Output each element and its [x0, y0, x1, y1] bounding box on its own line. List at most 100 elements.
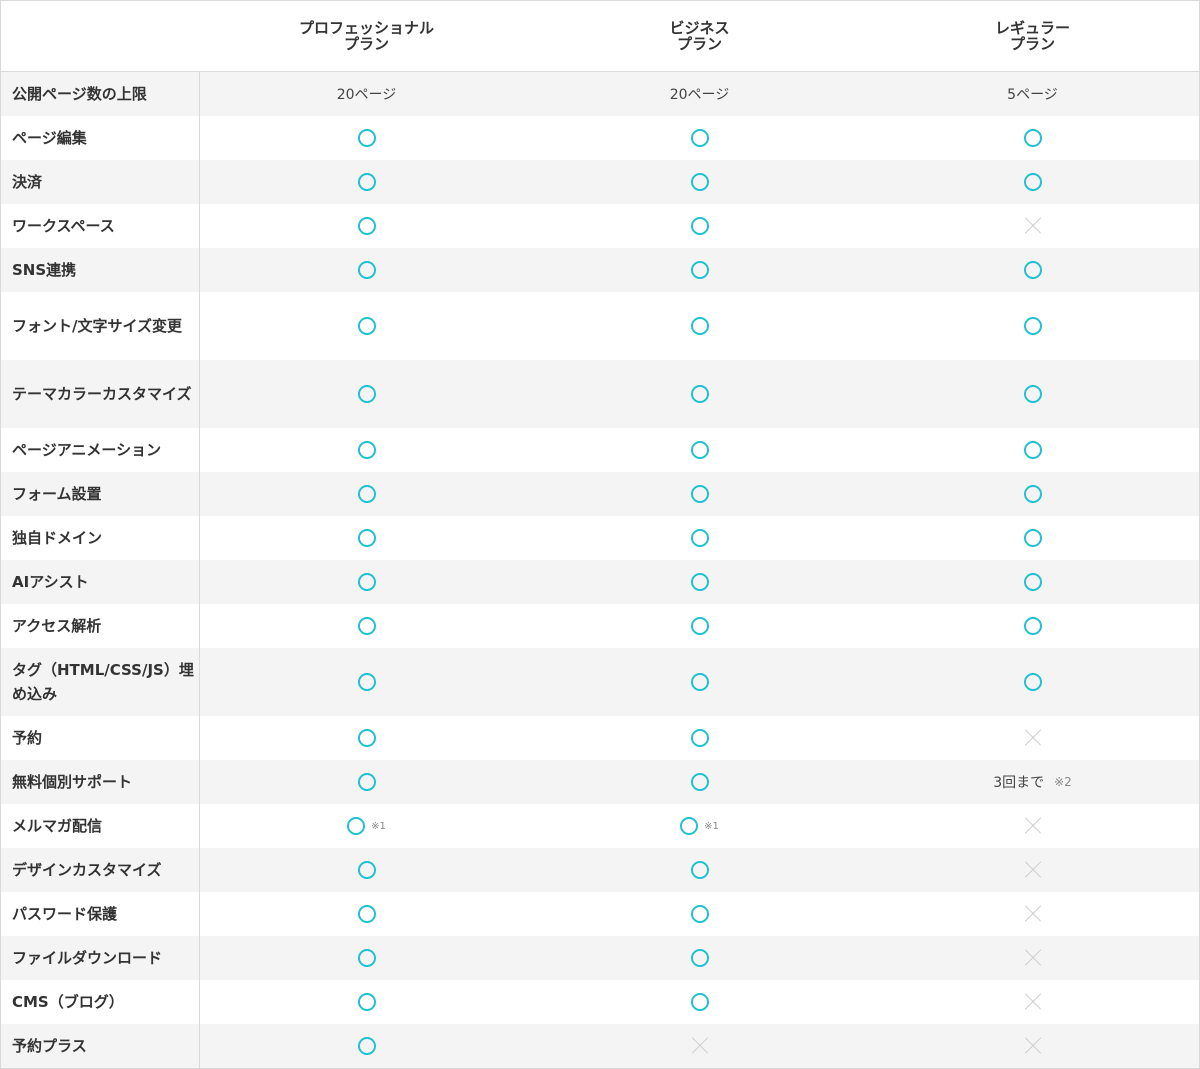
available-circle-icon: [690, 905, 709, 923]
table-row: ページ編集: [1, 116, 1199, 160]
feature-label: メルマガ配信: [1, 804, 200, 848]
plan-cell: [200, 980, 533, 1024]
plan-cell: [533, 248, 866, 292]
plan-cell: [200, 936, 533, 980]
plan-cell: [533, 648, 866, 716]
available-circle-icon: [690, 129, 709, 147]
plan-cell: [866, 1024, 1199, 1068]
plan-cell: [533, 892, 866, 936]
plan-cell: [866, 516, 1199, 560]
plan-cell: [533, 604, 866, 648]
available-circle-icon: [357, 573, 376, 591]
cell-value: 5ページ: [1007, 87, 1058, 103]
available-circle-icon: [1023, 485, 1042, 503]
plan-cell: [200, 248, 533, 292]
unavailable-cross-icon: [1024, 817, 1042, 835]
available-circle-icon: [690, 673, 709, 691]
table-row: 公開ページ数の上限 20ページ 20ページ 5ページ: [1, 72, 1199, 116]
table-body: 公開ページ数の上限 20ページ 20ページ 5ページ ページ編集 決済 ワークスペース SNS…: [1, 72, 1199, 1068]
unavailable-cross-icon: [1024, 949, 1042, 967]
table-row: フォント/文字サイズ変更: [1, 292, 1199, 360]
plan-cell: [866, 604, 1199, 648]
plan-cell: [533, 160, 866, 204]
available-circle-icon: [690, 993, 709, 1011]
plan-cell: 5ページ: [866, 72, 1199, 116]
available-circle-icon: [357, 217, 376, 235]
cell-value: 20ページ: [669, 87, 730, 103]
table-row: AIアシスト: [1, 560, 1199, 604]
plan-cell: [200, 472, 533, 516]
feature-label: ワークスペース: [1, 204, 200, 248]
plan-cell: 3回まで ※2: [866, 760, 1199, 804]
available-circle-icon: [690, 773, 709, 791]
available-circle-icon: [1023, 173, 1042, 191]
available-circle-icon: [690, 617, 709, 635]
available-circle-icon: [690, 385, 709, 403]
available-circle-icon: [357, 905, 376, 923]
plan-cell: [533, 428, 866, 472]
feature-label: 無料個別サポート: [1, 760, 200, 804]
feature-label: 公開ページ数の上限: [1, 72, 200, 116]
available-circle-icon: [357, 861, 376, 879]
table-row: フォーム設置: [1, 472, 1199, 516]
feature-label: タグ（HTML/CSS/JS）埋め込み: [1, 648, 200, 716]
plan-cell: [866, 116, 1199, 160]
available-circle-icon: [1023, 529, 1042, 547]
available-circle-icon: [690, 217, 709, 235]
available-circle-icon: [357, 317, 376, 335]
table-header: プロフェッショナル プラン ビジネス プラン レギュラー プラン: [1, 1, 1199, 72]
table-row: SNS連携: [1, 248, 1199, 292]
available-circle-icon: [680, 817, 699, 835]
unavailable-cross-icon: [1024, 861, 1042, 879]
available-circle-icon: [1023, 385, 1042, 403]
available-circle-icon: [1023, 441, 1042, 459]
feature-label: CMS（ブログ）: [1, 980, 200, 1024]
plan-cell: [533, 560, 866, 604]
feature-label: ページアニメーション: [1, 428, 200, 472]
plan-cell: [200, 648, 533, 716]
table-row: ページアニメーション: [1, 428, 1199, 472]
plan-cell: [533, 472, 866, 516]
unavailable-cross-icon: [1024, 905, 1042, 923]
plan-cell: [866, 160, 1199, 204]
plan-cell: [200, 716, 533, 760]
feature-label: パスワード保護: [1, 892, 200, 936]
plan-cell: [533, 204, 866, 248]
table-row: テーマカラーカスタマイズ: [1, 360, 1199, 428]
plan-cell: [200, 360, 533, 428]
plan-cell: [200, 760, 533, 804]
plan-cell: [866, 804, 1199, 848]
plan-header-professional: プロフェッショナル プラン: [298, 19, 434, 53]
plan-cell: [866, 472, 1199, 516]
available-circle-icon: [690, 573, 709, 591]
plan-cell: [200, 428, 533, 472]
plan-cell: [866, 360, 1199, 428]
available-circle-icon: [690, 949, 709, 967]
feature-label: AIアシスト: [1, 560, 200, 604]
available-circle-icon: [357, 173, 376, 191]
plan-cell: [866, 248, 1199, 292]
table-row: CMS（ブログ）: [1, 980, 1199, 1024]
plan-cell: [866, 292, 1199, 360]
plan-cell: [866, 848, 1199, 892]
feature-label: 独自ドメイン: [1, 516, 200, 560]
available-circle-icon: [690, 485, 709, 503]
table-row: 独自ドメイン: [1, 516, 1199, 560]
unavailable-cross-icon: [691, 1037, 709, 1055]
feature-label: 予約プラス: [1, 1024, 200, 1068]
plan-cell: [533, 116, 866, 160]
plan-cell: [533, 980, 866, 1024]
plan-cell: ※1: [533, 804, 866, 848]
plan-cell: [200, 604, 533, 648]
plan-cell: [533, 1024, 866, 1068]
plan-cell: [866, 428, 1199, 472]
table-row: 予約: [1, 716, 1199, 760]
plan-cell: [533, 716, 866, 760]
available-circle-icon: [357, 441, 376, 459]
available-circle-icon: [357, 261, 376, 279]
plan-header-business: ビジネス プラン: [669, 19, 730, 53]
feature-label: 決済: [1, 160, 200, 204]
available-circle-icon: [357, 385, 376, 403]
plan-cell: [866, 892, 1199, 936]
available-circle-icon: [1023, 617, 1042, 635]
